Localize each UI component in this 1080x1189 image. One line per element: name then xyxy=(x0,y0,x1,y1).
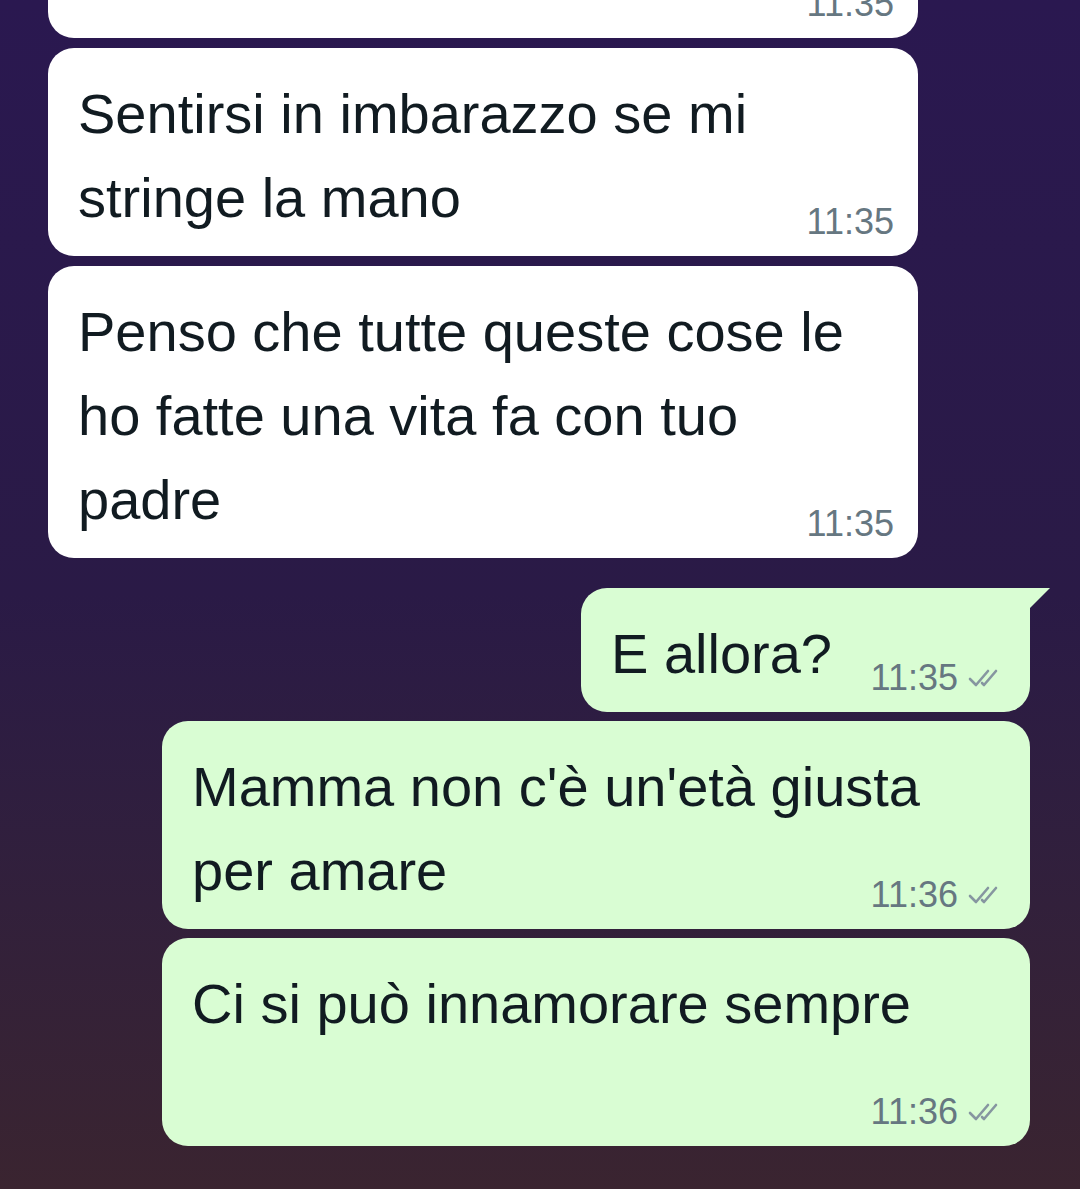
message-meta: 11:36 xyxy=(871,875,1006,915)
message-text: Penso che tutte queste cose le ho fatte … xyxy=(78,290,896,542)
message-time: 11:35 xyxy=(871,658,958,698)
message-time: 11:35 xyxy=(807,504,894,544)
sent-message[interactable]: Mamma non c'è un'età giusta per amare11:… xyxy=(162,721,1030,929)
message-text: Sentirsi in imbarazzo se mi stringe la m… xyxy=(78,72,896,240)
message-time: 11:35 xyxy=(807,202,894,242)
message-time: 11:36 xyxy=(871,875,958,915)
double-check-icon xyxy=(966,665,1006,691)
double-check-icon xyxy=(966,1099,1006,1125)
message-meta: 11:36 xyxy=(871,1092,1006,1132)
sent-message[interactable]: E allora?11:35 xyxy=(581,588,1030,712)
received-message[interactable]: Sentirsi in imbarazzo se mi stringe la m… xyxy=(48,48,918,256)
sent-message[interactable]: Ci si può innamorare sempre11:36 xyxy=(162,938,1030,1146)
message-meta: 11:35 xyxy=(807,504,894,544)
message-time: 11:36 xyxy=(871,1092,958,1132)
bubble-tail-icon xyxy=(1028,588,1050,610)
message-list: 11:35Sentirsi in imbarazzo se mi stringe… xyxy=(0,0,1080,1146)
received-message[interactable]: Penso che tutte queste cose le ho fatte … xyxy=(48,266,918,558)
message-time: 11:35 xyxy=(807,0,894,24)
message-meta: 11:35 xyxy=(871,658,1006,698)
received-message[interactable]: 11:35 xyxy=(48,0,918,38)
double-check-icon xyxy=(966,882,1006,908)
message-meta: 11:35 xyxy=(807,0,894,24)
chat-screen: 11:35Sentirsi in imbarazzo se mi stringe… xyxy=(0,0,1080,1189)
message-meta: 11:35 xyxy=(807,202,894,242)
